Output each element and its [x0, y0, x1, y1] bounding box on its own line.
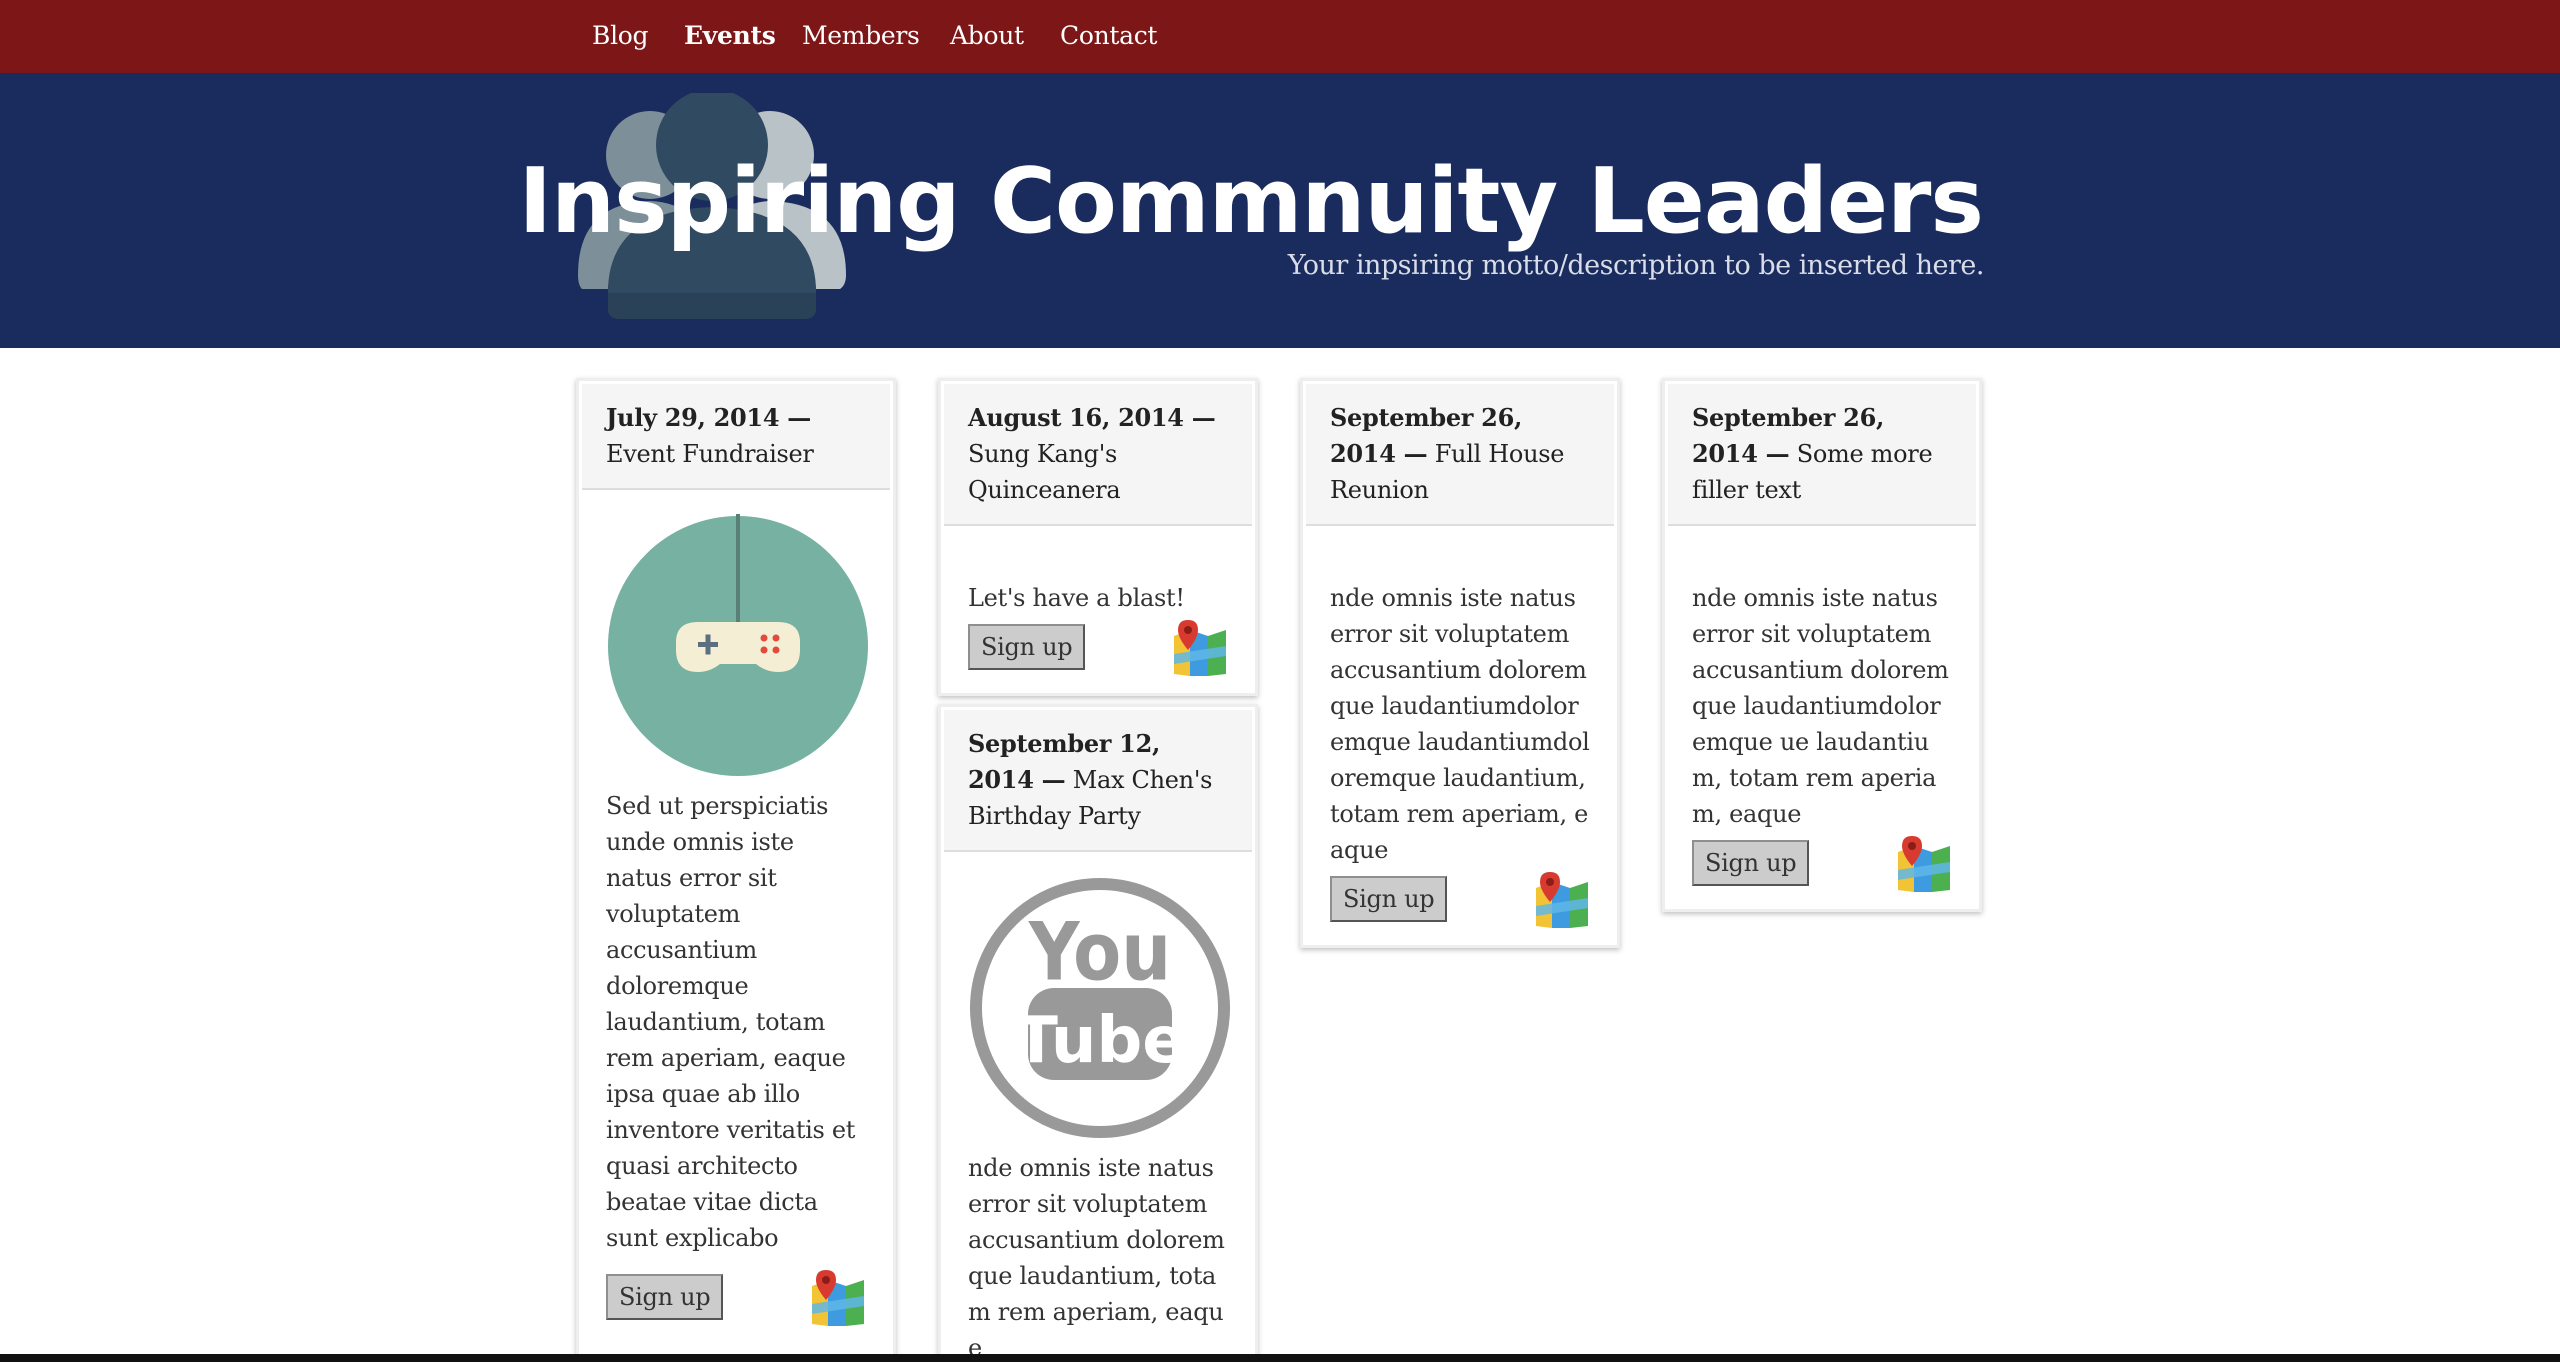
event-description: Let's have a blast!	[968, 584, 1185, 612]
map-icon[interactable]	[1172, 618, 1228, 678]
site-motto: Your inpsiring motto/description to be i…	[1287, 250, 1985, 281]
event-name: Event Fundraiser	[606, 440, 814, 468]
event-card-header: September 26, 2014 — Full House Reunion	[1306, 384, 1614, 526]
sign-up-button[interactable]: Sign up	[968, 624, 1086, 670]
event-card-header: August 16, 2014 — Sung Kang's Quinceaner…	[944, 384, 1252, 526]
hero-banner: Inspiring Commnuity Leaders Your inpsiri…	[0, 73, 2560, 348]
event-date: July 29, 2014 —	[606, 403, 811, 432]
nav-link-blog[interactable]: Blog	[592, 18, 649, 54]
gamepad-icon	[608, 514, 868, 776]
site-title: Inspiring Commnuity Leaders	[518, 149, 1984, 254]
sign-up-button[interactable]: Sign up	[1330, 876, 1448, 922]
event-card: September 26, 2014 — Full House Reunion …	[1300, 378, 1620, 948]
event-card-header: September 26, 2014 — Some more filler te…	[1668, 384, 1976, 526]
map-icon[interactable]	[1896, 834, 1952, 894]
youtube-icon: You Tube	[970, 878, 1230, 1138]
event-card: August 16, 2014 — Sung Kang's Quinceaner…	[938, 378, 1258, 696]
event-name: Sung Kang's Quinceanera	[968, 440, 1121, 504]
event-description: nde omnis iste natus error sit voluptate…	[1330, 584, 1590, 864]
nav-link-members[interactable]: Members	[802, 18, 920, 54]
nav-link-about[interactable]: About	[950, 18, 1024, 54]
map-icon[interactable]	[810, 1268, 866, 1328]
event-date: August 16, 2014 —	[968, 403, 1216, 432]
map-icon[interactable]	[1534, 870, 1590, 930]
event-description: Sed ut perspiciatis unde omnis iste natu…	[606, 792, 856, 1252]
top-navigation: Blog Events Members About Contact	[0, 0, 2560, 73]
event-card-header: July 29, 2014 — Event Fundraiser	[582, 384, 890, 490]
event-card: July 29, 2014 — Event Fundraiser Sed ut …	[576, 378, 896, 1358]
event-card: September 26, 2014 — Some more filler te…	[1662, 378, 1982, 912]
event-description: nde omnis iste natus error sit voluptate…	[1692, 584, 1949, 828]
nav-link-contact[interactable]: Contact	[1060, 18, 1157, 54]
sign-up-button[interactable]: Sign up	[1692, 840, 1810, 886]
svg-text:Tube: Tube	[1014, 1004, 1185, 1078]
nav-link-events[interactable]: Events	[684, 18, 776, 54]
sign-up-button[interactable]: Sign up	[606, 1274, 724, 1320]
bottom-divider	[0, 1354, 2560, 1362]
svg-text:You: You	[1028, 905, 1171, 999]
event-card-header: September 12, 2014 — Max Chen's Birthday…	[944, 710, 1252, 852]
event-description: nde omnis iste natus error sit voluptate…	[968, 1154, 1225, 1362]
event-card: September 12, 2014 — Max Chen's Birthday…	[938, 704, 1258, 1362]
